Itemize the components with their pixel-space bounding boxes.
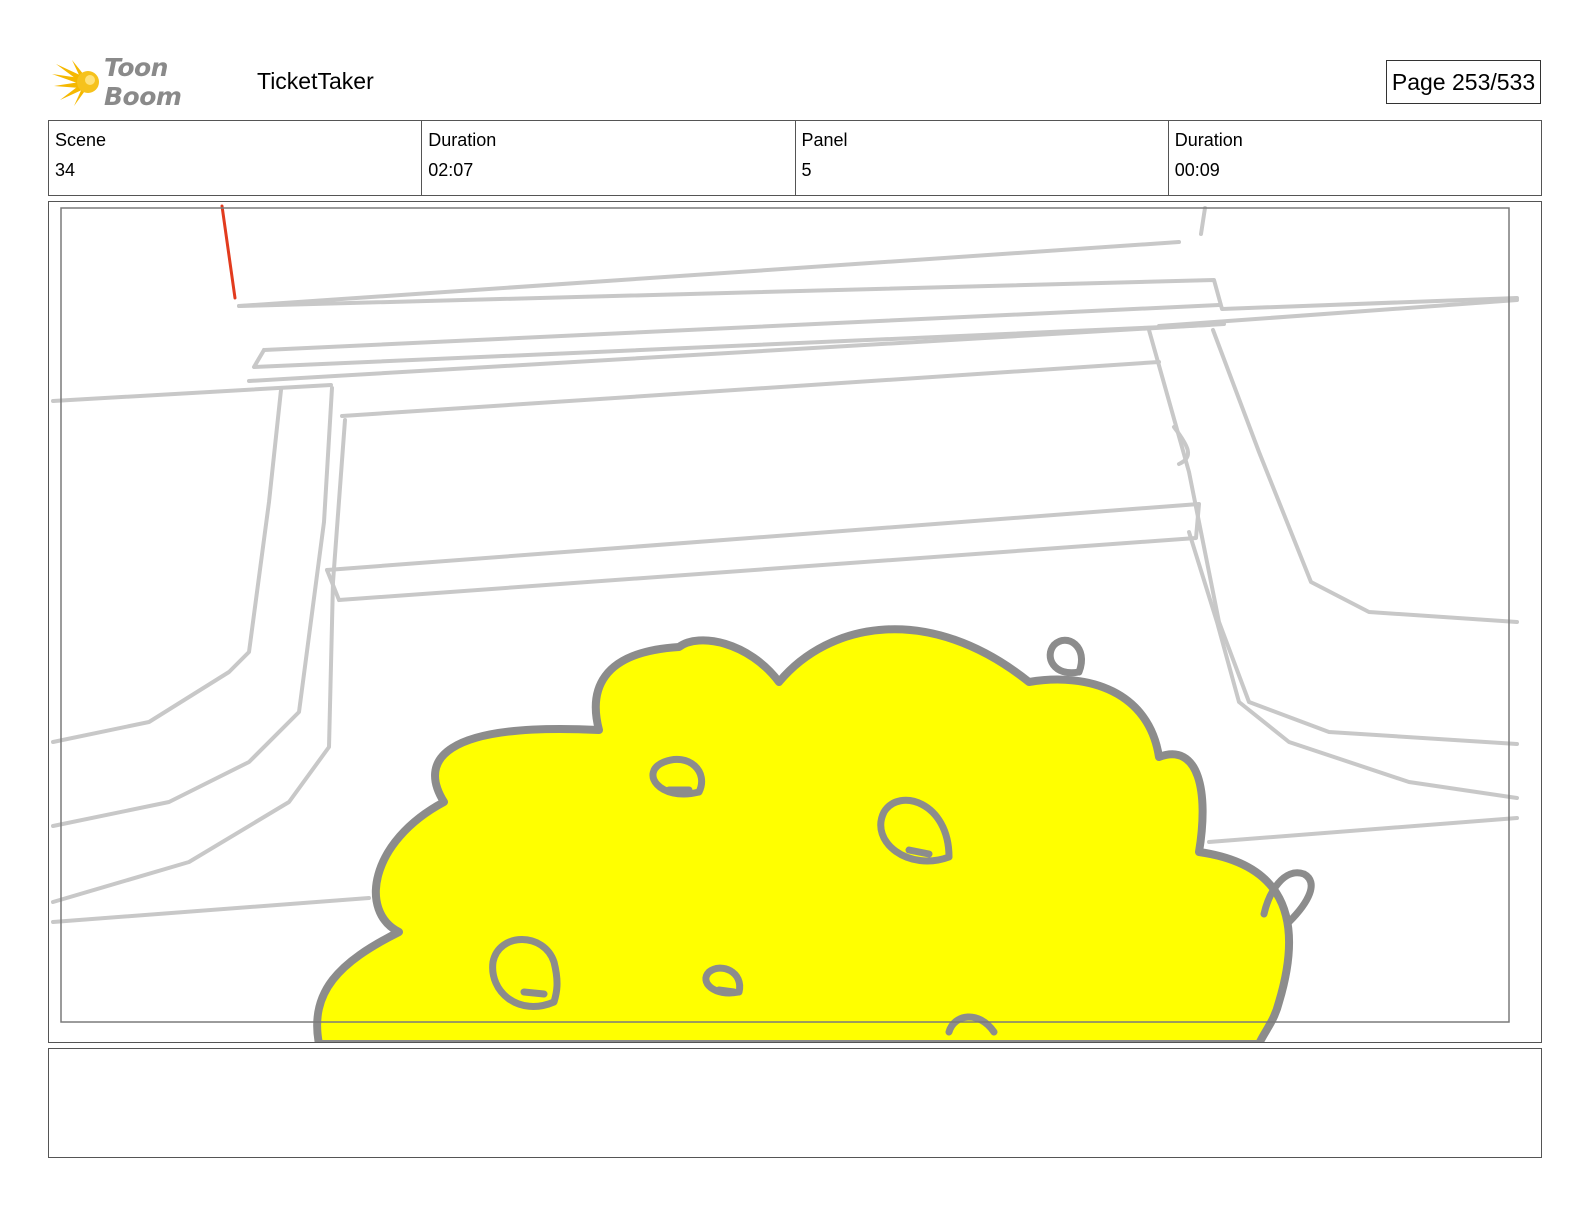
sketch-line xyxy=(51,386,334,828)
project-title: TicketTaker xyxy=(257,68,374,94)
panel-cell: Panel 5 xyxy=(796,121,1169,195)
sketch-line xyxy=(247,322,1226,383)
sketch-line xyxy=(1207,816,1519,844)
red-accent-line xyxy=(220,204,237,300)
sketch-line xyxy=(51,383,333,403)
sketch-line xyxy=(51,418,347,904)
scene-cell: Scene 34 xyxy=(49,121,423,195)
sketch-line xyxy=(1211,328,1519,624)
sketch-line xyxy=(1199,206,1207,236)
sketch-line xyxy=(51,388,283,744)
panel-sketch xyxy=(51,204,1519,1042)
scene-label: Scene xyxy=(55,130,107,150)
page-indicator: Page 253/533 xyxy=(1386,60,1541,104)
cloud-hole xyxy=(1046,636,1085,677)
scene-duration-cell: Duration 02:07 xyxy=(422,121,796,195)
sketch-line xyxy=(1187,530,1519,800)
scene-value: 34 xyxy=(55,160,76,180)
panel-notes-box xyxy=(48,1048,1542,1158)
yellow-cloud-shape xyxy=(313,625,1293,1042)
sketch-line xyxy=(1147,328,1519,746)
panel-duration-value: 00:09 xyxy=(1174,160,1220,180)
panel-value: 5 xyxy=(801,160,812,180)
storyboard-panel xyxy=(48,201,1542,1043)
scene-duration-label: Duration xyxy=(428,130,497,150)
panel-duration-label: Duration xyxy=(1174,130,1243,150)
starburst-logo-icon xyxy=(52,60,99,106)
toon-boom-logo: Toon Boom xyxy=(50,53,240,111)
sketch-line xyxy=(262,303,1221,352)
scene-duration-value: 02:07 xyxy=(428,160,474,180)
panel-label: Panel xyxy=(801,130,848,150)
panel-duration-cell: Duration 00:09 xyxy=(1169,121,1541,195)
sketch-line xyxy=(51,896,371,924)
logo-text: Toon Boom xyxy=(104,53,182,111)
scene-info-table: Scene 34 Duration 02:07 Panel 5 Duration… xyxy=(48,120,1542,196)
sketch-line xyxy=(237,240,1181,308)
sketch-line xyxy=(325,502,1201,602)
